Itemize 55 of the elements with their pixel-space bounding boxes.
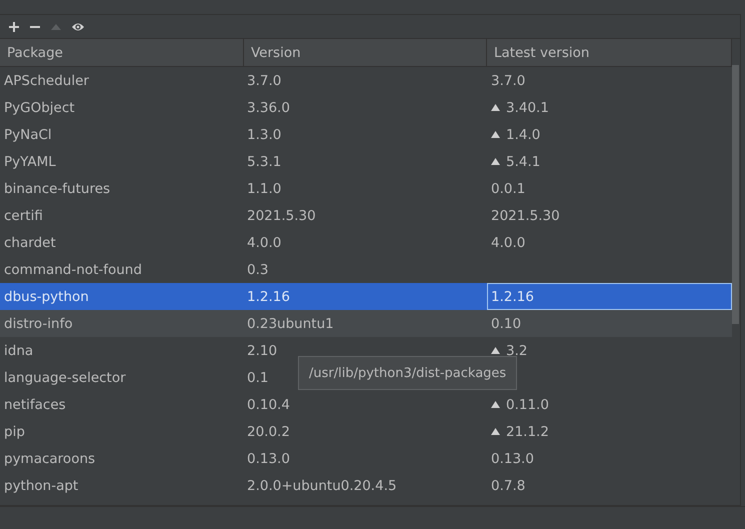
package-name: netifaces — [4, 396, 66, 412]
latest-version-text: 21.1.2 — [506, 424, 549, 440]
version-text: 1.3.0 — [247, 126, 282, 142]
latest-version-text: 3.2 — [506, 342, 528, 358]
table-row[interactable]: distro-info 0.23ubuntu1 0.10 — [0, 310, 732, 337]
version-text: 0.13.0 — [247, 450, 290, 466]
latest-version-text: 0.10 — [491, 316, 522, 332]
latest-version-text: 4.0.0 — [491, 234, 526, 250]
package-name: distro-info — [4, 316, 73, 332]
column-header[interactable]: Package — [0, 39, 244, 66]
version-text: 3.36.0 — [247, 100, 290, 116]
version-text: 0.3 — [247, 262, 268, 278]
package-name: PyNaCl — [4, 126, 52, 142]
latest-version-text: 0.11.0 — [506, 396, 549, 412]
version-text: 0.23ubuntu1 — [247, 316, 334, 332]
latest-version-text: 0.13.0 — [491, 450, 534, 466]
version-text: 2021.5.30 — [247, 208, 316, 224]
package-name: pymacaroons — [4, 450, 96, 466]
version-text: 20.0.2 — [247, 424, 290, 440]
tooltip: /usr/lib/python3/dist-packages — [298, 356, 518, 390]
package-name: certifi — [4, 208, 43, 224]
plus-icon[interactable] — [8, 20, 20, 32]
version-text: 2.0.0+ubuntu0.20.4.5 — [247, 478, 397, 494]
package-name: APScheduler — [4, 72, 89, 88]
eye-icon[interactable] — [71, 20, 85, 32]
version-text: 3.7.0 — [247, 72, 282, 88]
package-name: binance-futures — [4, 180, 110, 196]
package-name: python-apt — [4, 478, 78, 494]
version-text: 0.10.4 — [247, 396, 290, 412]
column-header[interactable]: Version — [244, 39, 487, 66]
version-text: 4.0.0 — [247, 234, 282, 250]
version-text: 0.1 — [247, 370, 268, 386]
latest-version-text: 0.0.1 — [491, 180, 526, 196]
package-name: idna — [4, 342, 34, 358]
scrollbar-thumb[interactable] — [732, 65, 739, 324]
latest-version-text: 3.7.0 — [491, 72, 526, 88]
latest-version-text: 1.2.16 — [491, 288, 534, 304]
package-name: command-not-found — [4, 262, 142, 278]
latest-version-text: 5.4.1 — [506, 154, 540, 170]
version-text: 2.10 — [247, 342, 278, 358]
package-name: PyYAML — [4, 154, 56, 170]
package-name: dbus-python — [4, 288, 89, 304]
latest-version-text: 3.40.1 — [506, 100, 549, 116]
version-text: 5.3.1 — [247, 154, 282, 170]
latest-version-text: 0.7.8 — [491, 478, 526, 494]
package-name: language-selector — [4, 370, 126, 386]
table-row[interactable]: dbus-python 1.2.16 1.2.16 — [0, 283, 732, 310]
column-header[interactable]: Latest version — [487, 39, 732, 66]
package-name: pip — [4, 424, 25, 440]
package-name: PyGObject — [4, 100, 75, 116]
version-text: 1.2.16 — [247, 288, 290, 304]
latest-version-text: 1.4.0 — [506, 126, 540, 142]
version-text: 1.1.0 — [247, 180, 282, 196]
package-name: chardet — [4, 234, 56, 250]
latest-version-text: 2021.5.30 — [491, 208, 560, 224]
